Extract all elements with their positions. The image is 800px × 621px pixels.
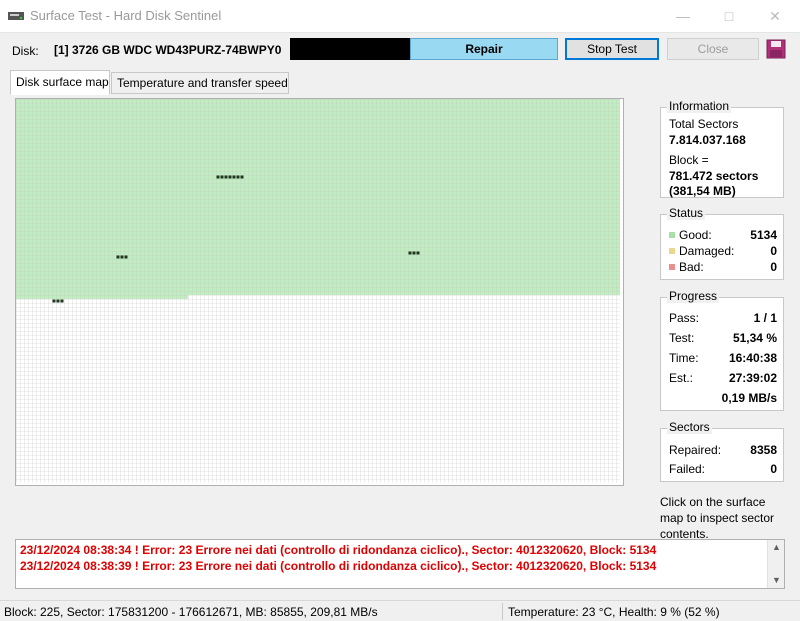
- total-sectors-label: Total Sectors: [669, 117, 739, 131]
- test-row: Test: 51,34 %: [669, 331, 777, 345]
- status-damaged-label: Damaged:: [679, 244, 735, 258]
- statusbar-divider: [502, 603, 503, 620]
- status-bad-label: Bad:: [679, 260, 704, 274]
- time-value: 16:40:38: [728, 351, 777, 365]
- processing-block[interactable]: [412, 251, 416, 255]
- block-label: Block =: [669, 153, 709, 167]
- failed-value: 0: [770, 462, 777, 476]
- disk-label: Disk:: [12, 44, 39, 58]
- repaired-label: Repaired:: [669, 443, 722, 457]
- surface-map-hint: Click on the surface map to inspect sect…: [660, 495, 775, 541]
- app-icon: [8, 12, 24, 20]
- close-window-icon[interactable]: ✕: [752, 0, 798, 32]
- log-scrollbar[interactable]: ▲ ▼: [767, 540, 784, 588]
- status-damaged-value: 0: [770, 244, 777, 258]
- good-swatch: [669, 232, 675, 238]
- processing-block[interactable]: [52, 299, 56, 303]
- status-good-row: Good: 5134: [669, 228, 777, 242]
- disk-surface-map[interactable]: [15, 98, 624, 486]
- status-bad-row: Bad: 0: [669, 260, 777, 274]
- processing-block[interactable]: [224, 175, 228, 179]
- progress-title: Progress: [667, 289, 720, 303]
- est-label: Est.:: [669, 371, 694, 385]
- block-sectors-value: 781.472 sectors: [669, 169, 759, 183]
- information-title: Information: [667, 99, 732, 113]
- block-size-value: (381,54 MB): [669, 184, 736, 198]
- failed-label: Failed:: [669, 462, 706, 476]
- status-title: Status: [667, 206, 706, 220]
- scroll-down-icon[interactable]: ▼: [772, 575, 781, 585]
- minimize-icon[interactable]: —: [660, 0, 706, 32]
- speed-row: 0,19 MB/s: [669, 391, 777, 405]
- surface-map-grid[interactable]: [16, 99, 623, 485]
- log-entry: 23/12/2024 08:38:34 ! Error: 23 Errore n…: [20, 543, 657, 557]
- statusbar-health-info: Temperature: 23 °C, Health: 9 % (52 %): [508, 605, 720, 619]
- est-row: Est.: 27:39:02: [669, 371, 777, 385]
- window-title: Surface Test - Hard Disk Sentinel: [30, 8, 222, 23]
- log-entry: 23/12/2024 08:38:39 ! Error: 23 Errore n…: [20, 559, 657, 573]
- statusbar-block-info: Block: 225, Sector: 175831200 - 17661267…: [4, 605, 378, 619]
- progress-panel: Progress Pass: 1 / 1 Test: 51,34 % Time:…: [660, 289, 784, 411]
- save-icon[interactable]: [766, 39, 786, 59]
- sectors-title: Sectors: [667, 420, 712, 434]
- status-panel: Status Good: 5134 Damaged: 0 Bad: 0: [660, 206, 784, 280]
- tab-temperature-transfer[interactable]: Temperature and transfer speed: [111, 72, 289, 94]
- total-sectors-value: 7.814.037.168: [669, 133, 746, 147]
- title-bar: Surface Test - Hard Disk Sentinel — □ ✕: [0, 0, 800, 33]
- repaired-value: 8358: [750, 443, 777, 457]
- processing-block[interactable]: [60, 299, 64, 303]
- scroll-up-icon[interactable]: ▲: [772, 542, 781, 552]
- processing-block[interactable]: [240, 175, 244, 179]
- error-log[interactable]: 23/12/2024 08:38:34 ! Error: 23 Errore n…: [15, 539, 785, 589]
- status-good-value: 5134: [750, 228, 777, 242]
- failed-row: Failed: 0: [669, 462, 777, 476]
- pass-value: 1 / 1: [753, 311, 777, 325]
- tab-disk-surface-map[interactable]: Disk surface map: [10, 70, 110, 95]
- processing-block[interactable]: [116, 255, 120, 259]
- status-bad-value: 0: [770, 260, 777, 274]
- pass-label: Pass:: [669, 311, 700, 325]
- maximize-icon[interactable]: □: [706, 0, 752, 32]
- redacted-serial: [290, 38, 410, 60]
- pass-row: Pass: 1 / 1: [669, 311, 777, 325]
- bad-swatch: [669, 264, 675, 270]
- processing-block[interactable]: [228, 175, 232, 179]
- close-button[interactable]: Close: [667, 38, 759, 60]
- test-label: Test:: [669, 331, 695, 345]
- processing-block[interactable]: [232, 175, 236, 179]
- test-value: 51,34 %: [732, 331, 777, 345]
- processing-block[interactable]: [416, 251, 420, 255]
- damaged-swatch: [669, 248, 675, 254]
- est-value: 27:39:02: [728, 371, 777, 385]
- processing-block[interactable]: [236, 175, 240, 179]
- time-label: Time:: [669, 351, 699, 365]
- grid-lines: [16, 99, 620, 483]
- status-bar: Block: 225, Sector: 175831200 - 17661267…: [0, 600, 800, 621]
- processing-block[interactable]: [216, 175, 220, 179]
- processing-block[interactable]: [220, 175, 224, 179]
- processing-block[interactable]: [124, 255, 128, 259]
- processing-block[interactable]: [56, 299, 60, 303]
- repair-button[interactable]: Repair: [410, 38, 558, 60]
- stop-test-button[interactable]: Stop Test: [565, 38, 659, 60]
- processing-block[interactable]: [120, 255, 124, 259]
- disk-info: [1] 3726 GB WDC WD43PURZ-74BWPY0: [54, 43, 282, 57]
- information-panel: Information Total Sectors 7.814.037.168 …: [660, 99, 784, 198]
- sectors-panel: Sectors Repaired: 8358 Failed: 0: [660, 420, 784, 482]
- disk-toolbar: Disk: [1] 3726 GB WDC WD43PURZ-74BWPY0 R…: [0, 34, 800, 66]
- processing-block[interactable]: [408, 251, 412, 255]
- time-row: Time: 16:40:38: [669, 351, 777, 365]
- speed-value: 0,19 MB/s: [721, 391, 777, 405]
- status-good-label: Good:: [679, 228, 712, 242]
- status-damaged-row: Damaged: 0: [669, 244, 777, 258]
- repaired-row: Repaired: 8358: [669, 443, 777, 457]
